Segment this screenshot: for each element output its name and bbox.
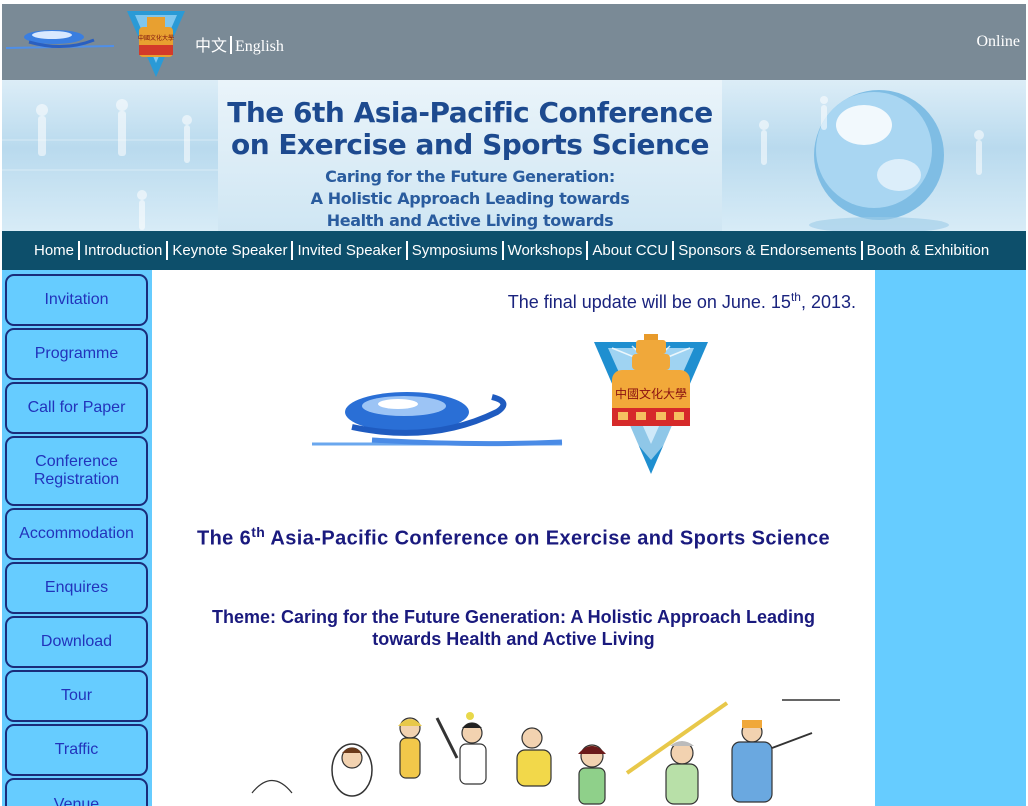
sidebar-item-label: Accommodation — [19, 525, 134, 542]
nav-about-ccu[interactable]: About CCU — [589, 242, 671, 259]
nav-sponsors-endorsements[interactable]: Sponsors & Endorsements — [675, 242, 859, 259]
update-ordinal: th — [790, 290, 801, 304]
sidebar-item-label: Invitation — [44, 291, 109, 308]
nav-invited-speaker[interactable]: Invited Speaker — [294, 242, 404, 259]
main-nav: Home Introduction Keynote Speaker Invite… — [2, 231, 1026, 270]
banner-title: The 6th Asia-Pacific Conference on Exerc… — [218, 97, 722, 161]
nav-separator — [405, 241, 408, 260]
globe-graphic — [759, 90, 984, 232]
online-link[interactable]: Online — [976, 33, 1020, 51]
nav-separator — [501, 241, 504, 260]
sidebar-item-label: Call for Paper — [27, 399, 126, 416]
nav-separator — [860, 241, 863, 260]
nav-separator — [166, 241, 169, 260]
university-swoosh-logo — [312, 392, 563, 447]
update-suffix: , 2013. — [800, 292, 856, 312]
sidebar-item-enquires[interactable]: Enquires — [5, 562, 148, 614]
sidebar-item-accommodation[interactable]: Accommodation — [5, 508, 148, 560]
sidebar: Invitation Programme Call for Paper Conf… — [2, 270, 152, 806]
sidebar-item-traffic[interactable]: Traffic — [5, 724, 148, 776]
university-emblem-logo: 中國文化大學 — [127, 11, 185, 77]
lang-chinese-link[interactable]: 中文 — [195, 38, 227, 55]
university-swoosh-logo — [5, 30, 115, 49]
conference-title: The 6th Asia-Pacific Conference on Exerc… — [152, 524, 875, 551]
nav-separator — [586, 241, 589, 260]
banner-title-line2: on Exercise and Sports Science — [230, 128, 710, 161]
sidebar-item-download[interactable]: Download — [5, 616, 148, 668]
nav-keynote-speaker[interactable]: Keynote Speaker — [169, 242, 290, 259]
sidebar-item-label: Programme — [34, 345, 119, 362]
nav-workshops[interactable]: Workshops — [505, 242, 586, 259]
sidebar-item-invitation[interactable]: Invitation — [5, 274, 148, 326]
emblem-chinese-text: 中國文化大學 — [615, 386, 687, 401]
nav-booth-exhibition[interactable]: Booth & Exhibition — [864, 242, 993, 259]
title-ordinal: th — [251, 524, 266, 540]
title-prefix: The 6 — [196, 527, 252, 550]
lang-english-link[interactable]: English — [235, 38, 284, 55]
sidebar-item-label: Enquires — [44, 579, 109, 596]
nav-introduction[interactable]: Introduction — [81, 242, 165, 259]
sidebar-item-venue[interactable]: Venue — [5, 778, 148, 806]
banner-title-line1: The 6th Asia-Pacific Conference — [227, 96, 713, 129]
sidebar-item-conference-registration[interactable]: Conference Registration — [5, 436, 148, 506]
lang-separator — [230, 36, 233, 54]
svg-text:中國文化大學: 中國文化大學 — [138, 34, 174, 42]
title-suffix: Asia-Pacific Conference on Exercise and … — [265, 527, 831, 550]
sidebar-item-label: Conference Registration — [33, 453, 120, 488]
sidebar-item-label: Traffic — [54, 741, 99, 758]
nav-symposiums[interactable]: Symposiums — [409, 242, 501, 259]
nav-separator — [291, 241, 294, 260]
sports-illustration — [251, 699, 840, 805]
nav-home[interactable]: Home — [31, 242, 77, 259]
main-content: The final update will be on June. 15th, … — [152, 270, 875, 806]
banner-subtitle-line3: Health and Active Living towards — [326, 211, 614, 230]
final-update-notice: The final update will be on June. 15th, … — [508, 290, 856, 313]
sidebar-item-call-for-paper[interactable]: Call for Paper — [5, 382, 148, 434]
sidebar-item-programme[interactable]: Programme — [5, 328, 148, 380]
right-column — [875, 270, 1026, 806]
sidebar-item-tour[interactable]: Tour — [5, 670, 148, 722]
conference-theme: Theme: Caring for the Future Generation:… — [211, 607, 816, 649]
banner-subtitle-line1: Caring for the Future Generation: — [325, 167, 615, 186]
nav-separator — [78, 241, 81, 260]
sidebar-item-label: Download — [40, 633, 113, 650]
top-bar: 中國文化大學 中文 English Online — [2, 4, 1026, 80]
banner-subtitle-line2: A Holistic Approach Leading towards — [310, 189, 630, 208]
nav-separator — [672, 241, 675, 260]
update-prefix: The final update will be on June. 15 — [507, 292, 791, 312]
banner-subtitle: Caring for the Future Generation: A Holi… — [218, 166, 722, 232]
university-emblem-logo: 中國文化大學 — [594, 334, 708, 474]
sports-silhouettes-left — [2, 99, 218, 230]
conference-banner: The 6th Asia-Pacific Conference on Exerc… — [2, 80, 1026, 232]
language-switcher: 中文 English — [195, 32, 284, 56]
sidebar-item-label: Venue — [53, 796, 100, 806]
sidebar-item-label: Tour — [60, 687, 93, 704]
